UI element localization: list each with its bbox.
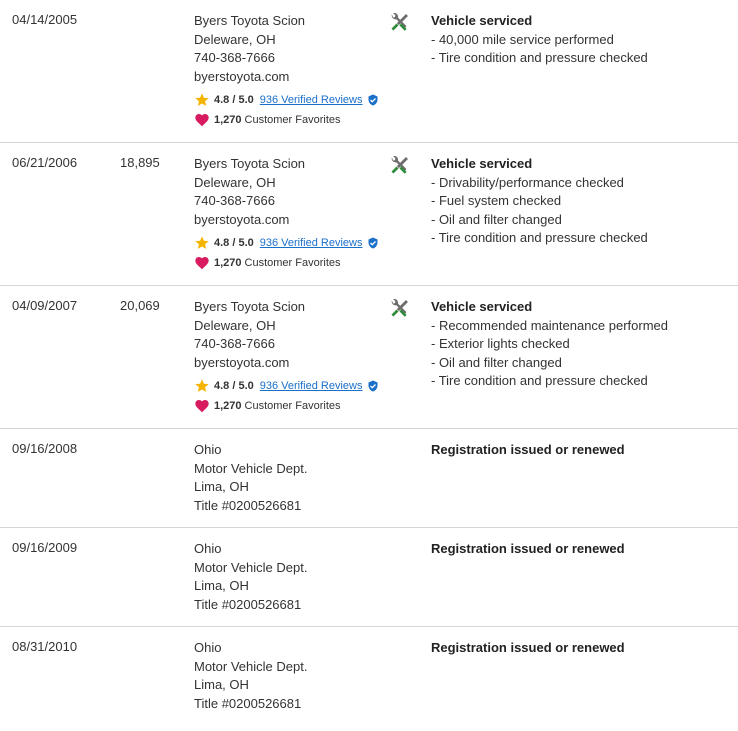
verified-badge-icon [367, 380, 379, 392]
record-comments: Vehicle serviced - Recommended maintenan… [431, 298, 668, 391]
rating-value: 4.8 / 5.0 [214, 237, 254, 249]
comment-title: Vehicle serviced [431, 13, 533, 28]
customer-favorites: 1,270 Customer Favorites [194, 396, 379, 416]
source-title-number: Title #0200526681 [194, 596, 302, 612]
comment-title: Vehicle serviced [431, 299, 533, 314]
wrench-screwdriver-icon [388, 155, 410, 177]
source-name: Byers Toyota Scion [194, 299, 306, 314]
verified-badge-icon [367, 237, 379, 249]
favorites-count: 1,270 [214, 400, 242, 412]
history-record: 08/31/2010 Ohio Motor Vehicle Dept. Lima… [0, 627, 738, 731]
source-location: Deleware, OH [194, 31, 276, 47]
rating-value: 4.8 / 5.0 [214, 380, 254, 392]
source-phone: 740-368-7666 [194, 50, 275, 65]
comment-item: - Drivability/performance checked [431, 174, 624, 190]
dealer-rating: 4.8 / 5.0 936 Verified Reviews [194, 90, 379, 110]
record-source: Ohio Motor Vehicle Dept. Lima, OH Title … [194, 441, 307, 515]
wrench-screwdriver-icon [388, 298, 410, 320]
comment-item: - Oil and filter changed [431, 211, 562, 227]
favorites-label: Customer Favorites [244, 400, 341, 412]
heart-icon [194, 112, 210, 128]
favorites-label: Customer Favorites [244, 114, 341, 126]
comment-title: Registration issued or renewed [431, 640, 625, 655]
source-name: Byers Toyota Scion [194, 156, 306, 171]
source-location: Deleware, OH [194, 174, 276, 190]
history-record: 09/16/2009 Ohio Motor Vehicle Dept. Lima… [0, 528, 738, 627]
record-comments: Registration issued or renewed [431, 639, 625, 658]
source-department: Motor Vehicle Dept. [194, 460, 308, 476]
vehicle-history-list: 04/14/2005 Byers Toyota Scion Deleware, … [0, 0, 738, 731]
source-location: Lima, OH [194, 677, 249, 692]
record-source: Byers Toyota Scion Deleware, OH 740-368-… [194, 12, 379, 130]
favorites-label: Customer Favorites [244, 257, 341, 269]
verified-reviews-link[interactable]: 936 Verified Reviews [260, 94, 363, 106]
star-icon [194, 92, 210, 108]
comment-title: Registration issued or renewed [431, 442, 625, 457]
comment-item: - Oil and filter changed [431, 354, 562, 370]
record-source: Byers Toyota Scion Deleware, OH 740-368-… [194, 155, 379, 273]
source-website: byerstoyota.com [194, 211, 290, 227]
history-record: 04/09/2007 20,069 Byers Toyota Scion Del… [0, 286, 738, 429]
star-icon [194, 235, 210, 251]
heart-icon [194, 398, 210, 414]
favorites-count: 1,270 [214, 257, 242, 269]
rating-value: 4.8 / 5.0 [214, 94, 254, 106]
history-record: 06/21/2006 18,895 Byers Toyota Scion Del… [0, 143, 738, 286]
source-name: Byers Toyota Scion [194, 13, 306, 28]
record-date: 06/21/2006 [12, 155, 78, 170]
record-comments: Registration issued or renewed [431, 441, 625, 460]
wrench-screwdriver-icon [388, 12, 410, 34]
source-location: Lima, OH [194, 578, 249, 593]
record-source: Ohio Motor Vehicle Dept. Lima, OH Title … [194, 540, 307, 614]
source-website: byerstoyota.com [194, 354, 290, 370]
comment-item: - Tire condition and pressure checked [431, 50, 648, 65]
record-mileage: 20,069 [120, 298, 160, 313]
source-title-number: Title #0200526681 [194, 497, 302, 513]
customer-favorites: 1,270 Customer Favorites [194, 110, 379, 130]
comment-item: - Exterior lights checked [431, 336, 570, 351]
verified-badge-icon [367, 94, 379, 106]
history-record: 09/16/2008 Ohio Motor Vehicle Dept. Lima… [0, 429, 738, 528]
record-source: Ohio Motor Vehicle Dept. Lima, OH Title … [194, 639, 307, 713]
comment-title: Vehicle serviced [431, 156, 533, 171]
source-name: Ohio [194, 541, 222, 556]
comment-item: - Tire condition and pressure checked [431, 373, 648, 388]
heart-icon [194, 255, 210, 271]
source-phone: 740-368-7666 [194, 193, 275, 208]
record-date: 08/31/2010 [12, 639, 78, 654]
source-name: Ohio [194, 442, 222, 457]
dealer-rating: 4.8 / 5.0 936 Verified Reviews [194, 233, 379, 253]
source-title-number: Title #0200526681 [194, 695, 302, 711]
record-source: Byers Toyota Scion Deleware, OH 740-368-… [194, 298, 379, 416]
record-comments: Vehicle serviced - Drivability/performan… [431, 155, 648, 248]
customer-favorites: 1,270 Customer Favorites [194, 253, 379, 273]
comment-title: Registration issued or renewed [431, 541, 625, 556]
source-location: Deleware, OH [194, 317, 276, 333]
record-date: 09/16/2009 [12, 540, 78, 555]
record-comments: Vehicle serviced - 40,000 mile service p… [431, 12, 648, 68]
comment-item: - Tire condition and pressure checked [431, 230, 648, 245]
record-date: 04/14/2005 [12, 12, 78, 27]
source-location: Lima, OH [194, 479, 249, 494]
comment-item: - Recommended maintenance performed [431, 317, 669, 333]
verified-reviews-link[interactable]: 936 Verified Reviews [260, 380, 363, 392]
source-name: Ohio [194, 640, 222, 655]
record-date: 09/16/2008 [12, 441, 78, 456]
favorites-count: 1,270 [214, 114, 242, 126]
star-icon [194, 378, 210, 394]
record-comments: Registration issued or renewed [431, 540, 625, 559]
record-mileage: 18,895 [120, 155, 160, 170]
source-department: Motor Vehicle Dept. [194, 559, 308, 575]
source-phone: 740-368-7666 [194, 336, 275, 351]
source-department: Motor Vehicle Dept. [194, 658, 308, 674]
dealer-rating: 4.8 / 5.0 936 Verified Reviews [194, 376, 379, 396]
verified-reviews-link[interactable]: 936 Verified Reviews [260, 237, 363, 249]
record-date: 04/09/2007 [12, 298, 78, 313]
source-website: byerstoyota.com [194, 68, 290, 84]
history-record: 04/14/2005 Byers Toyota Scion Deleware, … [0, 0, 738, 143]
comment-item: - 40,000 mile service performed [431, 31, 614, 47]
comment-item: - Fuel system checked [431, 193, 562, 208]
